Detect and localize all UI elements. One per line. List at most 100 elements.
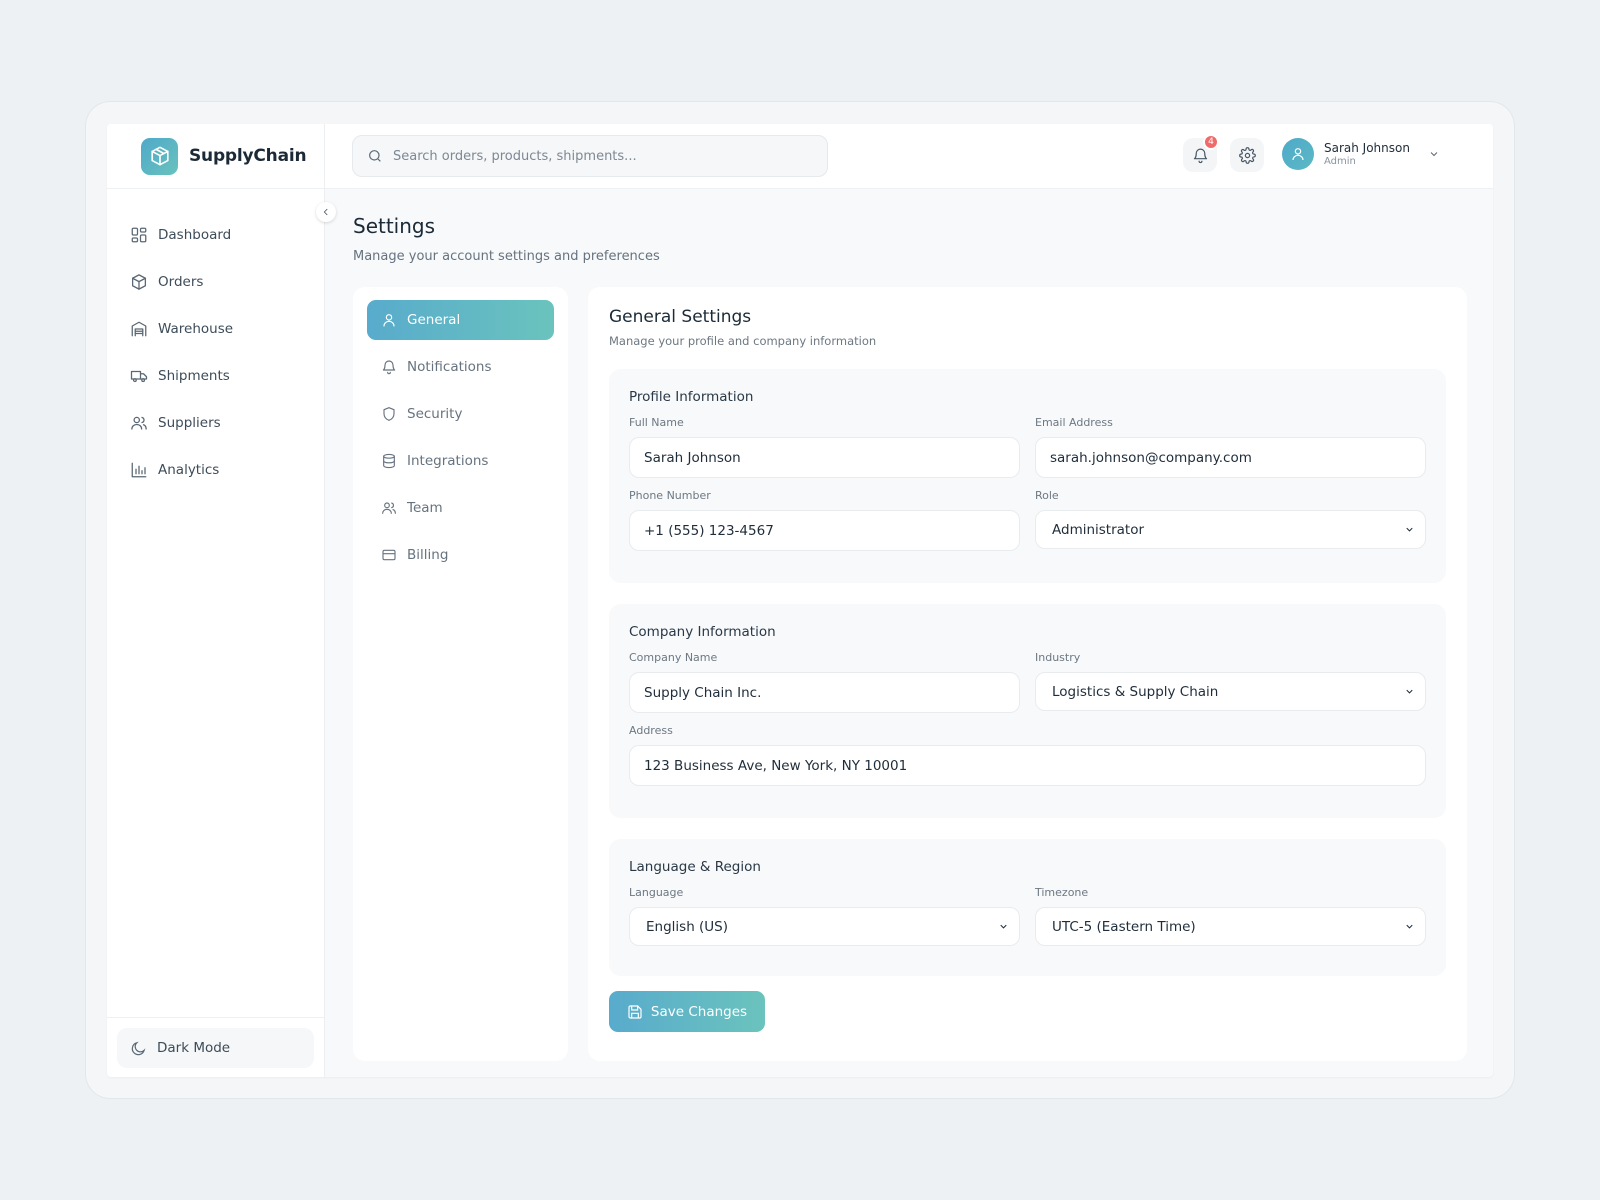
search-icon — [369, 150, 381, 162]
dark-mode-area: Dark Mode — [107, 1017, 324, 1077]
sidebar: SupplyChain Dashboard Orders Warehouse S… — [107, 124, 325, 1077]
sidebar-item-label: Dashboard — [158, 226, 232, 243]
sidebar-item-suppliers[interactable]: Suppliers — [107, 399, 324, 446]
sidebar-nav: Dashboard Orders Warehouse Shipments Sup… — [107, 189, 324, 493]
search-input[interactable] — [393, 148, 793, 164]
chevron-down-icon — [1406, 689, 1413, 694]
chevron-down-icon — [1430, 152, 1438, 157]
role-value: Administrator — [1052, 521, 1145, 538]
app-window: SupplyChain Dashboard Orders Warehouse S… — [107, 124, 1493, 1077]
chevron-down-icon — [1406, 924, 1413, 929]
sidebar-item-label: Suppliers — [158, 414, 221, 431]
section-title: Language & Region — [629, 859, 761, 875]
save-icon — [628, 1004, 642, 1019]
settings-tab-team[interactable]: Team — [367, 488, 554, 528]
settings-tab-integrations[interactable]: Integrations — [367, 441, 554, 481]
bell-icon — [1193, 148, 1207, 163]
profile-section: Profile Information Full Name Sarah John… — [609, 369, 1446, 583]
topbar: 4 Sarah Johnson Admin — [325, 124, 1493, 189]
sidebar-item-label: Orders — [158, 273, 204, 290]
section-title: Company Information — [629, 624, 776, 640]
search-bar[interactable] — [352, 135, 828, 177]
notification-badge: 4 — [1203, 134, 1219, 150]
moon-icon — [131, 1041, 146, 1055]
settings-tab-notifications[interactable]: Notifications — [367, 347, 554, 387]
collapse-sidebar-button[interactable] — [316, 202, 336, 222]
settings-tab-label: Team — [407, 500, 443, 516]
language-select[interactable]: English (US) — [629, 907, 1020, 946]
general-settings-card: General Settings Manage your profile and… — [588, 287, 1467, 1061]
sidebar-item-dashboard[interactable]: Dashboard — [107, 211, 324, 258]
brand-name: SupplyChain — [189, 146, 307, 166]
page-subtitle: Manage your account settings and prefere… — [353, 249, 660, 264]
card-title: General Settings — [609, 307, 752, 327]
chevron-down-icon — [1000, 924, 1007, 929]
bell-icon — [382, 360, 396, 375]
timezone-select[interactable]: UTC-5 (Eastern Time) — [1035, 907, 1426, 946]
brand[interactable]: SupplyChain — [107, 124, 324, 189]
field-label: Timezone — [1035, 886, 1089, 899]
settings-tab-label: Billing — [407, 547, 449, 563]
dark-mode-toggle[interactable]: Dark Mode — [117, 1028, 314, 1068]
save-changes-button[interactable]: Save Changes — [609, 991, 765, 1032]
settings-tab-general[interactable]: General — [367, 300, 554, 340]
notifications-button[interactable]: 4 — [1183, 134, 1219, 172]
field-label: Industry — [1035, 651, 1081, 664]
settings-tab-label: Security — [407, 406, 463, 422]
chevron-left-icon — [323, 208, 328, 216]
truck-icon — [130, 370, 148, 382]
settings-button[interactable] — [1230, 138, 1264, 172]
settings-nav: General Notifications Security Integrati… — [353, 287, 568, 1061]
save-label: Save Changes — [650, 1003, 748, 1020]
company-section: Company Information Company Name Supply … — [609, 604, 1446, 818]
shield-icon — [383, 407, 395, 421]
card-subtitle: Manage your profile and company informat… — [609, 334, 877, 348]
credit-card-icon — [382, 549, 396, 561]
role-select[interactable]: Administrator — [1035, 510, 1426, 549]
email-field[interactable]: sarah.johnson@company.com — [1035, 437, 1426, 478]
gear-icon — [1238, 146, 1256, 164]
page-title: Settings — [353, 214, 436, 238]
field-label: Company Name — [629, 651, 718, 664]
sidebar-item-label: Warehouse — [158, 320, 234, 337]
user-name: Sarah Johnson — [1324, 140, 1410, 155]
avatar — [1282, 138, 1314, 170]
dark-mode-label: Dark Mode — [157, 1040, 231, 1056]
bar-chart-icon — [131, 462, 147, 477]
sidebar-item-label: Analytics — [158, 461, 220, 478]
user-menu[interactable]: Sarah Johnson Admin — [1282, 138, 1440, 170]
settings-tab-billing[interactable]: Billing — [367, 535, 554, 575]
dashboard-icon — [131, 227, 147, 242]
user-icon — [1292, 148, 1304, 161]
box-icon — [131, 273, 147, 290]
sidebar-item-shipments[interactable]: Shipments — [107, 352, 324, 399]
industry-value: Logistics & Supply Chain — [1052, 683, 1219, 700]
field-label: Email Address — [1035, 416, 1113, 429]
database-icon — [383, 453, 395, 469]
chevron-down-icon — [1406, 527, 1413, 532]
field-label: Phone Number — [629, 489, 711, 502]
field-label: Language — [629, 886, 684, 899]
team-icon — [382, 502, 396, 514]
timezone-value: UTC-5 (Eastern Time) — [1052, 918, 1196, 935]
field-label: Address — [629, 724, 673, 737]
sidebar-item-warehouse[interactable]: Warehouse — [107, 305, 324, 352]
section-title: Profile Information — [629, 389, 754, 405]
settings-tab-label: General — [407, 312, 461, 328]
language-value: English (US) — [646, 918, 729, 935]
user-role: Admin — [1324, 155, 1356, 167]
box-logo-icon — [141, 137, 178, 175]
warehouse-icon — [131, 321, 147, 336]
sidebar-item-orders[interactable]: Orders — [107, 258, 324, 305]
settings-tab-label: Integrations — [407, 453, 489, 469]
settings-tab-label: Notifications — [407, 359, 492, 375]
region-section: Language & Region Language English (US) … — [609, 839, 1446, 976]
industry-select[interactable]: Logistics & Supply Chain — [1035, 672, 1426, 711]
users-icon — [131, 416, 147, 430]
full-name-field[interactable]: Sarah Johnson — [629, 437, 1020, 478]
phone-field[interactable]: +1 (555) 123-4567 — [629, 510, 1020, 551]
address-field[interactable]: 123 Business Ave, New York, NY 10001 — [629, 745, 1426, 786]
settings-tab-security[interactable]: Security — [367, 394, 554, 434]
sidebar-item-analytics[interactable]: Analytics — [107, 446, 324, 493]
company-name-field[interactable]: Supply Chain Inc. — [629, 672, 1020, 713]
